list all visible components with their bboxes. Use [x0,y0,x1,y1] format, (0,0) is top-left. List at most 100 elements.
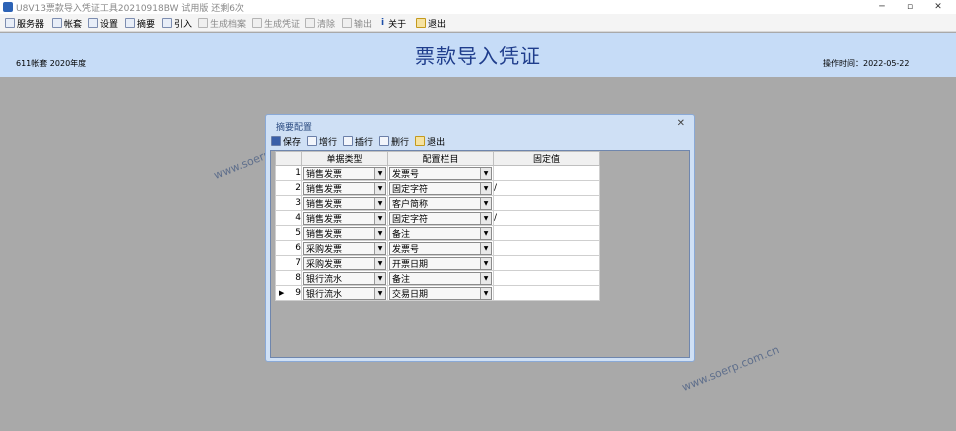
menu-summary[interactable]: 摘要 [125,16,155,30]
doc-type-combo[interactable]: 采购发票 ▼ [303,256,386,270]
menu-account-set[interactable]: 帐套 [52,16,82,30]
field-combo[interactable]: 固定字符 ▼ [389,181,492,195]
field-combo[interactable]: 发票号 ▼ [389,166,492,180]
dropdown-arrow-icon[interactable]: ▼ [374,167,385,179]
doc-type-combo[interactable]: 销售发票 ▼ [303,166,386,180]
doc-type-combo[interactable]: 银行流水 ▼ [303,286,386,300]
menu-clear[interactable]: 清除 [305,16,335,30]
menu-export[interactable]: 输出 [342,16,372,30]
table-row[interactable]: 3 销售发票 ▼ 客户简称 ▼ [275,195,600,211]
fixed-value-cell[interactable] [493,225,600,241]
field-combo[interactable]: 开票日期 ▼ [389,256,492,270]
doc-type-cell[interactable]: 销售发票 ▼ [301,210,388,226]
dropdown-arrow-icon[interactable]: ▼ [480,167,491,179]
field-combo[interactable]: 备注 ▼ [389,271,492,285]
column-header[interactable]: 单据类型 [301,151,388,166]
menu-settings[interactable]: 设置 [88,16,118,30]
table-row[interactable]: 1 销售发票 ▼ 发票号 ▼ [275,165,600,181]
menu-generate-voucher[interactable]: 生成凭证 [252,16,300,30]
dropdown-arrow-icon[interactable]: ▼ [480,242,491,254]
dropdown-arrow-icon[interactable]: ▼ [374,272,385,284]
grid-header-row: 单据类型 配置栏目 固定值 [275,151,600,166]
dropdown-arrow-icon[interactable]: ▼ [374,257,385,269]
field-cell[interactable]: 客户简称 ▼ [387,195,494,211]
field-combo[interactable]: 发票号 ▼ [389,241,492,255]
table-row[interactable]: 7 采购发票 ▼ 开票日期 ▼ [275,255,600,271]
delete-row-button[interactable]: 删行 [379,133,409,149]
table-row[interactable]: 5 销售发票 ▼ 备注 ▼ [275,225,600,241]
table-row[interactable]: 2 销售发票 ▼ 固定字符 ▼ / [275,180,600,196]
doc-type-combo[interactable]: 采购发票 ▼ [303,241,386,255]
field-combo[interactable]: 客户简称 ▼ [389,196,492,210]
menu-server[interactable]: 服务器 [5,16,44,30]
row-number-text: 4 [295,213,301,223]
minimize-button[interactable]: ─ [868,0,896,14]
doc-type-cell[interactable]: 采购发票 ▼ [301,240,388,256]
doc-type-cell[interactable]: 银行流水 ▼ [301,285,388,301]
dropdown-arrow-icon[interactable]: ▼ [374,197,385,209]
table-row[interactable]: 4 销售发票 ▼ 固定字符 ▼ / [275,210,600,226]
restore-button[interactable]: ▫ [896,0,924,14]
doc-type-cell[interactable]: 银行流水 ▼ [301,270,388,286]
field-cell[interactable]: 开票日期 ▼ [387,255,494,271]
field-cell[interactable]: 备注 ▼ [387,270,494,286]
dialog-title: 摘要配置 [276,123,313,133]
config-grid: 单据类型 配置栏目 固定值 1 销售发票 ▼ 发票号 ▼ 2 销售发票 ▼ 固定字符 ▼/3 销售发… [275,151,600,301]
menu-generate-archive[interactable]: 生成档案 [198,16,246,30]
export-icon [342,18,352,28]
doc-type-combo[interactable]: 销售发票 ▼ [303,226,386,240]
dropdown-arrow-icon[interactable]: ▼ [374,182,385,194]
menu-import[interactable]: 引入 [162,16,192,30]
dropdown-arrow-icon[interactable]: ▼ [480,287,491,299]
dropdown-arrow-icon[interactable]: ▼ [374,287,385,299]
fixed-value-cell[interactable] [493,270,600,286]
fixed-value-cell[interactable] [493,165,600,181]
field-combo[interactable]: 备注 ▼ [389,226,492,240]
doc-type-combo[interactable]: 银行流水 ▼ [303,271,386,285]
dropdown-arrow-icon[interactable]: ▼ [480,182,491,194]
doc-type-combo[interactable]: 销售发票 ▼ [303,196,386,210]
fixed-value-cell[interactable] [493,240,600,256]
fixed-value-cell[interactable] [493,285,600,301]
doc-type-cell[interactable]: 销售发票 ▼ [301,165,388,181]
column-header[interactable]: 固定值 [493,151,600,166]
fixed-value-cell[interactable] [493,255,600,271]
doc-type-combo[interactable]: 销售发票 ▼ [303,181,386,195]
menu-exit[interactable]: 退出 [416,16,446,30]
dropdown-arrow-icon[interactable]: ▼ [480,257,491,269]
dropdown-arrow-icon[interactable]: ▼ [480,197,491,209]
table-row[interactable]: 8 银行流水 ▼ 备注 ▼ [275,270,600,286]
fixed-value-cell[interactable]: / [493,210,600,226]
field-cell[interactable]: 备注 ▼ [387,225,494,241]
close-button[interactable]: ✕ [924,0,952,14]
doc-type-cell[interactable]: 销售发票 ▼ [301,180,388,196]
dropdown-arrow-icon[interactable]: ▼ [480,212,491,224]
dropdown-arrow-icon[interactable]: ▼ [374,242,385,254]
fixed-value-cell[interactable]: / [493,180,600,196]
fixed-value-cell[interactable] [493,195,600,211]
save-button[interactable]: 保存 [271,133,301,149]
doc-type-cell[interactable]: 销售发票 ▼ [301,195,388,211]
dropdown-arrow-icon[interactable]: ▼ [374,227,385,239]
column-header[interactable]: 配置栏目 [387,151,494,166]
dialog-close-button[interactable]: ✕ [677,118,685,129]
field-cell[interactable]: 发票号 ▼ [387,165,494,181]
exit-button[interactable]: 退出 [415,133,445,149]
field-combo[interactable]: 固定字符 ▼ [389,211,492,225]
doc-type-combo[interactable]: 销售发票 ▼ [303,211,386,225]
dropdown-arrow-icon[interactable]: ▼ [480,272,491,284]
table-row[interactable]: ▶ 9 银行流水 ▼ 交易日期 ▼ [275,285,600,301]
doc-type-cell[interactable]: 采购发票 ▼ [301,255,388,271]
field-cell[interactable]: 交易日期 ▼ [387,285,494,301]
dropdown-arrow-icon[interactable]: ▼ [480,227,491,239]
doc-type-cell[interactable]: 销售发票 ▼ [301,225,388,241]
field-cell[interactable]: 固定字符 ▼ [387,210,494,226]
menu-about[interactable]: i 关于 [381,16,406,30]
field-cell[interactable]: 发票号 ▼ [387,240,494,256]
field-cell[interactable]: 固定字符 ▼ [387,180,494,196]
add-row-button[interactable]: 增行 [307,133,337,149]
dropdown-arrow-icon[interactable]: ▼ [374,212,385,224]
insert-row-button[interactable]: 插行 [343,133,373,149]
table-row[interactable]: 6 采购发票 ▼ 发票号 ▼ [275,240,600,256]
field-combo[interactable]: 交易日期 ▼ [389,286,492,300]
